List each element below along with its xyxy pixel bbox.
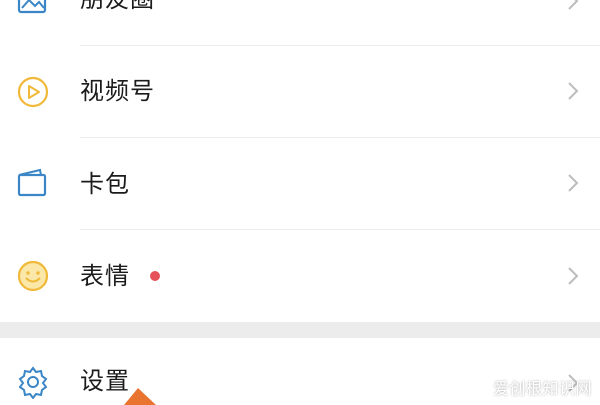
menu-item-moments[interactable]: 朋友圈 [0,0,600,46]
gear-icon [18,366,48,399]
chevron-right-icon [568,0,579,10]
menu-item-label: 表情 [80,262,130,290]
chevron-right-icon [568,174,579,192]
menu-item-channels[interactable]: 视频号 [0,46,600,138]
chevron-right-icon [568,267,579,285]
new-badge-dot [150,271,160,281]
menu-item-label: 朋友圈 [80,0,155,14]
card-wallet-icon [17,168,47,197]
section-separator [0,322,600,338]
menu-item-label: 卡包 [80,170,130,198]
smiley-icon [17,260,49,292]
menu-item-card-wallet[interactable]: 卡包 [0,138,600,230]
menu-item-stickers[interactable]: 表情 [0,230,600,322]
menu-item-label: 视频号 [80,77,155,105]
moments-icon [17,0,47,14]
pointer-arrow-icon [124,388,156,405]
watermark-text: 爱创根知识网 [492,379,592,398]
channels-play-icon [17,76,49,108]
chevron-right-icon [568,82,579,100]
